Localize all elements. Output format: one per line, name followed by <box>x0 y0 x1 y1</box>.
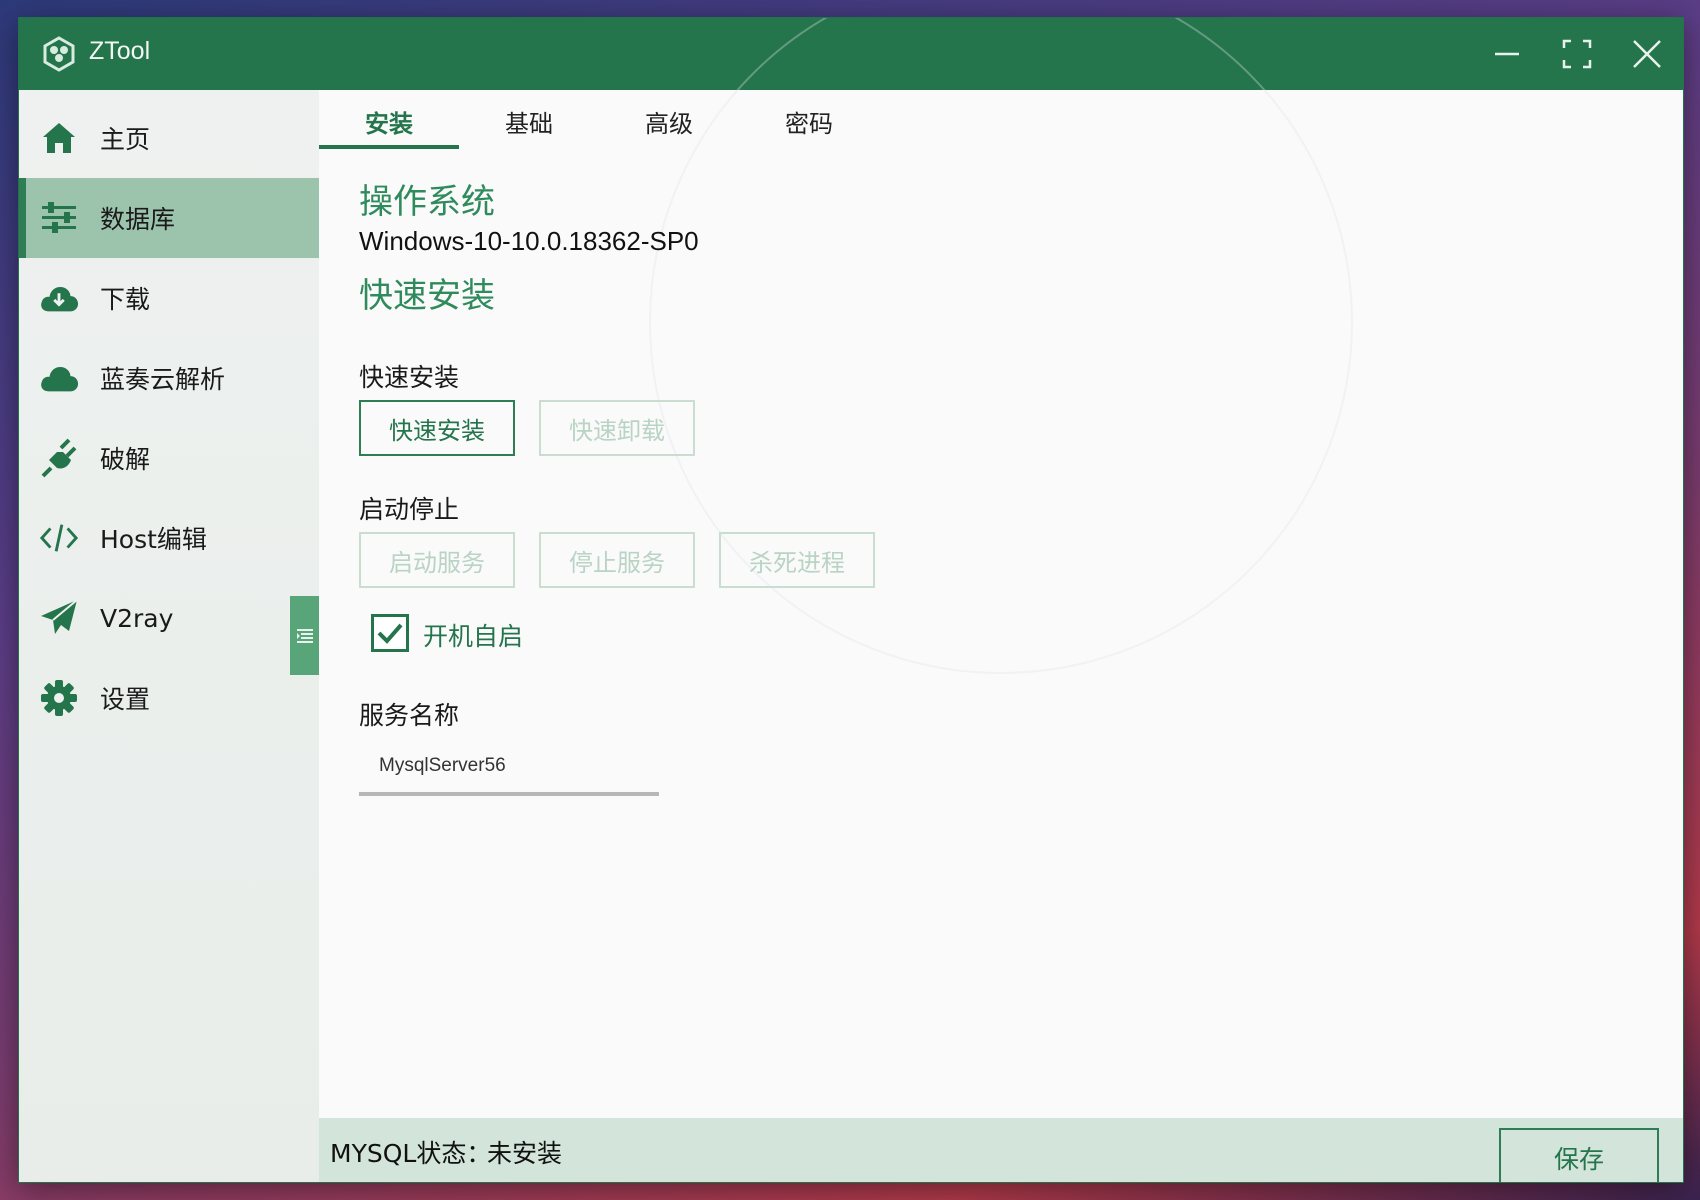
collapse-menu-icon <box>296 628 313 643</box>
service-name-label: 服务名称 <box>359 701 460 730</box>
sidebar-item-lanzou[interactable]: 蓝奏云解析 <box>19 338 319 418</box>
sidebar-item-label: 设置 <box>100 685 151 714</box>
sidebar-item-home[interactable]: 主页 <box>19 98 319 178</box>
code-icon <box>39 518 79 558</box>
sidebar-item-label: Host编辑 <box>100 525 207 554</box>
cloud-download-icon <box>39 278 79 318</box>
sidebar-item-download[interactable]: 下载 <box>19 258 319 338</box>
quick-install-section-title: 快速安装 <box>359 276 495 316</box>
plug-icon <box>39 438 79 478</box>
mysql-status-label: MYSQL状态： <box>330 1139 492 1168</box>
status-bar: MYSQL状态： 未安装 保存 <box>319 1118 1683 1182</box>
close-icon <box>1633 40 1661 68</box>
sidebar-item-database[interactable]: 数据库 <box>19 178 319 258</box>
start-service-button[interactable]: 启动服务 <box>359 532 515 588</box>
close-button[interactable] <box>1625 32 1669 76</box>
sidebar-item-crack[interactable]: 破解 <box>19 418 319 498</box>
sidebar-collapse-button[interactable] <box>290 596 319 675</box>
app-window: ZTool 主页 数据库 下载 蓝奏云解析 破解 Host编辑 V2ray 设置… <box>19 18 1683 1182</box>
stop-service-button[interactable]: 停止服务 <box>539 532 695 588</box>
os-value: Windows-10-10.0.18362-SP0 <box>359 226 699 256</box>
autostart-checkbox[interactable] <box>371 614 409 652</box>
tab-bar: 安装 基础 高级 密码 <box>319 90 919 150</box>
home-icon <box>39 118 79 158</box>
tab-password[interactable]: 密码 <box>739 104 879 139</box>
quick-uninstall-button[interactable]: 快速卸载 <box>539 400 695 456</box>
mysql-status-value: 未安装 <box>487 1139 563 1168</box>
quick-install-group-label: 快速安装 <box>359 363 460 392</box>
quick-install-button[interactable]: 快速安装 <box>359 400 515 456</box>
os-section-title: 操作系统 <box>359 182 495 222</box>
app-logo-icon <box>41 36 77 72</box>
paper-plane-icon <box>39 598 79 638</box>
tab-install[interactable]: 安装 <box>319 104 459 139</box>
sidebar-item-v2ray[interactable]: V2ray <box>19 578 319 658</box>
sidebar-item-label: 破解 <box>100 445 151 474</box>
title-bar[interactable]: ZTool <box>19 18 1683 90</box>
checkmark-icon <box>377 623 403 644</box>
sidebar-item-label: 下载 <box>100 285 151 314</box>
tab-basic[interactable]: 基础 <box>459 104 599 139</box>
tab-advanced[interactable]: 高级 <box>599 104 739 139</box>
sliders-icon <box>39 198 79 238</box>
app-title: ZTool <box>89 37 151 65</box>
maximize-button[interactable] <box>1555 32 1599 76</box>
minimize-icon <box>1495 52 1519 56</box>
sidebar-item-label: 蓝奏云解析 <box>100 365 226 394</box>
cloud-icon <box>39 358 79 398</box>
service-name-input[interactable] <box>359 740 659 796</box>
sidebar-item-label: V2ray <box>100 603 174 633</box>
sidebar-item-label: 主页 <box>100 125 151 154</box>
kill-process-button[interactable]: 杀死进程 <box>719 532 875 588</box>
sidebar-item-label: 数据库 <box>100 205 176 234</box>
active-tab-indicator <box>319 145 459 149</box>
sidebar: 主页 数据库 下载 蓝奏云解析 破解 Host编辑 V2ray 设置 <box>19 90 319 1182</box>
sidebar-item-settings[interactable]: 设置 <box>19 658 319 738</box>
start-stop-group-label: 启动停止 <box>359 495 460 524</box>
save-button[interactable]: 保存 <box>1499 1128 1659 1182</box>
fullscreen-icon <box>1562 39 1592 69</box>
autostart-label[interactable]: 开机自启 <box>423 617 523 653</box>
main-content: 安装 基础 高级 密码 操作系统 Windows-10-10.0.18362-S… <box>319 18 1683 1182</box>
sidebar-item-host-edit[interactable]: Host编辑 <box>19 498 319 578</box>
minimize-button[interactable] <box>1485 32 1529 76</box>
gear-icon <box>39 678 79 718</box>
